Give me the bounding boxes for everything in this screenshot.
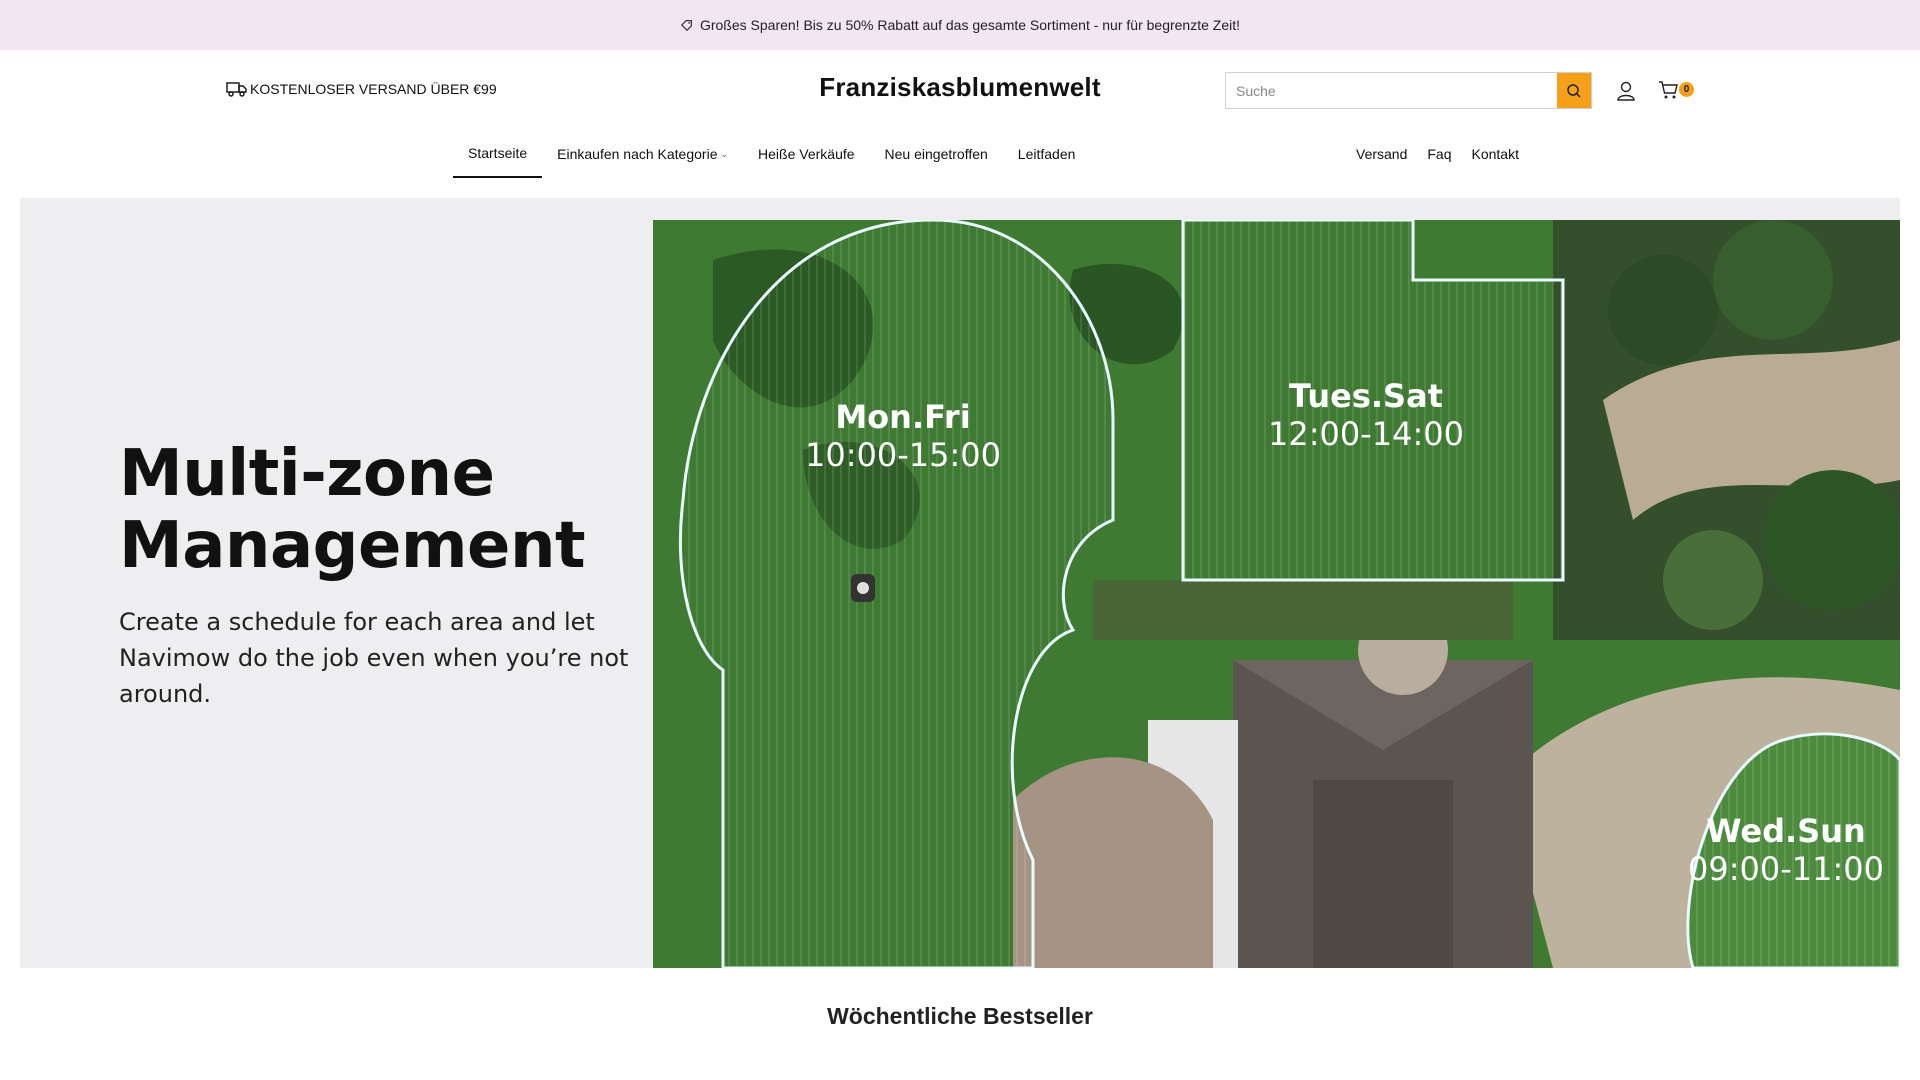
hero-subtitle: Create a schedule for each area and let … bbox=[119, 608, 629, 708]
cart-count-badge: 0 bbox=[1679, 82, 1694, 97]
zone-time-label: 09:00-11:00 bbox=[1688, 850, 1884, 888]
site-header: KOSTENLOSER VERSAND ÜBER €99 Franziskasb… bbox=[0, 50, 1920, 130]
chevron-down-icon: ⌄ bbox=[720, 148, 729, 159]
zone-days-label: Wed.Sun bbox=[1706, 812, 1866, 850]
cart-button[interactable]: 0 bbox=[1658, 79, 1696, 103]
nav-item-kontakt[interactable]: Kontakt bbox=[1462, 130, 1529, 178]
nav-item-label: Neu eingetroffen bbox=[884, 146, 988, 162]
nav-item-label: Versand bbox=[1356, 146, 1408, 162]
search-button[interactable] bbox=[1557, 73, 1591, 108]
tag-icon bbox=[680, 20, 692, 32]
hero-image-garden-map: Mon.Fri 10:00-15:00 Tues.Sat 12:00-14:00… bbox=[653, 220, 1900, 968]
zone-time-label: 10:00-15:00 bbox=[805, 436, 1001, 474]
nav-item-label: Startseite bbox=[468, 145, 528, 161]
hero-text-block: Multi-zone Management Create a schedule … bbox=[119, 438, 639, 712]
search-input[interactable] bbox=[1226, 73, 1557, 108]
nav-item-label: Einkaufen nach Kategorie bbox=[557, 146, 718, 162]
cart-icon bbox=[1659, 81, 1678, 99]
nav-item-heisse-verkaeufe[interactable]: Heiße Verkäufe bbox=[743, 130, 870, 178]
announcement-bar: Großes Sparen! Bis zu 50% Rabatt auf das… bbox=[0, 0, 1920, 50]
nav-item-label: Heiße Verkäufe bbox=[758, 146, 855, 162]
announcement-text: Großes Sparen! Bis zu 50% Rabatt auf das… bbox=[699, 17, 1241, 33]
search-icon bbox=[1567, 83, 1581, 98]
nav-item-label: Faq bbox=[1427, 146, 1452, 162]
nav-item-faq[interactable]: Faq bbox=[1417, 130, 1461, 178]
hero-title-line: Management bbox=[119, 509, 586, 583]
nav-item-neu-eingetroffen[interactable]: Neu eingetroffen bbox=[870, 130, 1003, 178]
search-form bbox=[1225, 72, 1592, 109]
hero-banner[interactable]: Multi-zone Management Create a schedule … bbox=[20, 198, 1900, 968]
main-nav: Startseite Einkaufen nach Kategorie ⌄ Hei… bbox=[0, 130, 1920, 198]
nav-item-label: Kontakt bbox=[1471, 146, 1519, 162]
hero-title-line: Multi-zone bbox=[119, 437, 495, 511]
nav-item-startseite[interactable]: Startseite bbox=[453, 130, 543, 178]
nav-item-versand[interactable]: Versand bbox=[1346, 130, 1417, 178]
hero-title: Multi-zone Management bbox=[119, 438, 639, 582]
nav-item-label: Leitfaden bbox=[1017, 146, 1076, 162]
user-icon bbox=[1617, 81, 1635, 101]
bestsellers-heading: Wöchentliche Bestseller bbox=[827, 1003, 1093, 1029]
zone-time-label: 12:00-14:00 bbox=[1268, 415, 1464, 453]
account-button[interactable] bbox=[1615, 80, 1637, 102]
zone-days-label: Tues.Sat bbox=[1289, 377, 1443, 415]
zone-days-label: Mon.Fri bbox=[835, 398, 970, 436]
garden-aerial-illustration: Mon.Fri 10:00-15:00 Tues.Sat 12:00-14:00… bbox=[653, 220, 1900, 968]
nav-item-leitfaden[interactable]: Leitfaden bbox=[1003, 130, 1091, 178]
nav-item-einkaufen-nach-kategorie[interactable]: Einkaufen nach Kategorie ⌄ bbox=[542, 130, 743, 178]
